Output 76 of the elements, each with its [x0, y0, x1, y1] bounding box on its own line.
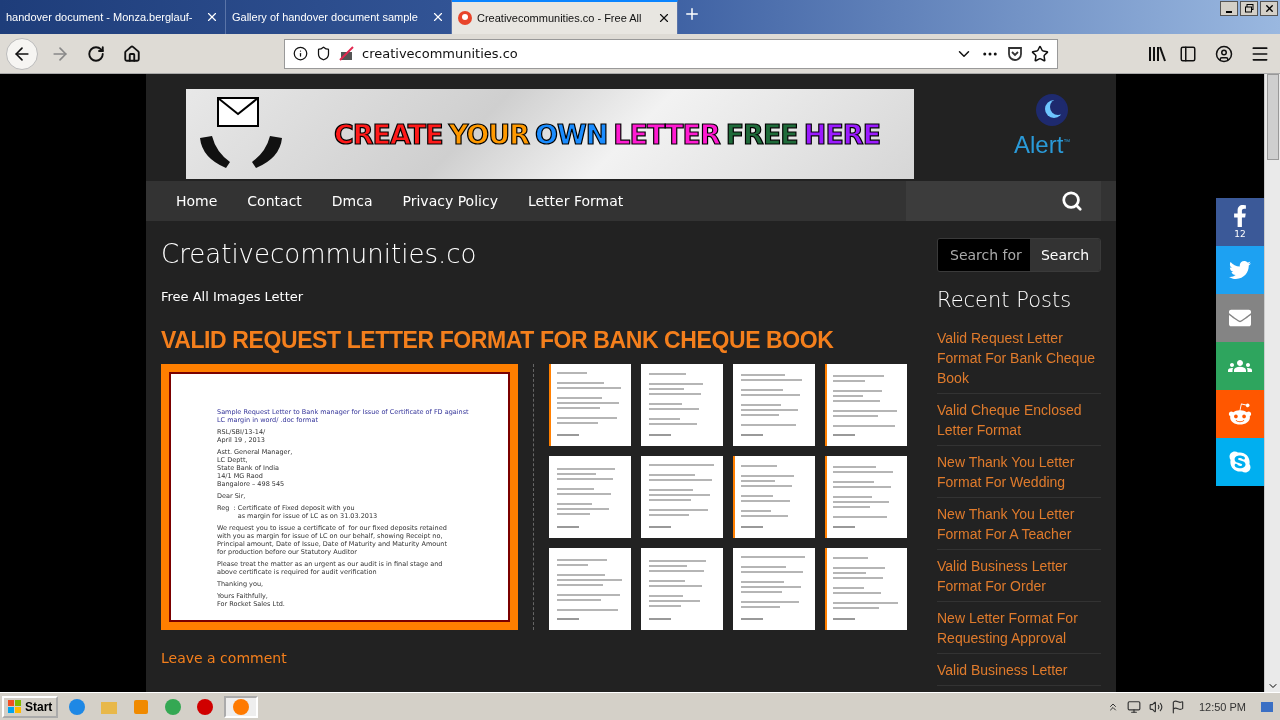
post-title: VALID REQUEST LETTER FORMAT FOR BANK CHEQUE BOOK: [161, 326, 835, 355]
banner-word: FREE: [725, 118, 798, 150]
ad-banner[interactable]: CREATE YOUR OWN LETTER FREE HERE: [186, 89, 914, 179]
share-button[interactable]: [1216, 342, 1264, 390]
network-icon[interactable]: [1126, 699, 1141, 714]
recent-posts-heading: Recent Posts: [937, 288, 1073, 312]
home-icon[interactable]: [123, 44, 141, 63]
banner-word: YOUR: [448, 118, 529, 150]
show-desktop-icon[interactable]: [1260, 699, 1274, 714]
star-icon[interactable]: [1031, 44, 1049, 63]
app-icon: [232, 697, 251, 716]
share-button[interactable]: [1216, 294, 1264, 342]
nav-link[interactable]: Letter Format: [512, 193, 639, 209]
post-link[interactable]: Valid Business Letter: [937, 660, 1101, 686]
flag-icon[interactable]: [1170, 699, 1185, 714]
windows-logo-icon: [8, 699, 22, 714]
post-link[interactable]: New Thank You Letter Format For A Teacher: [937, 504, 1101, 550]
app-icon: [132, 697, 151, 716]
address-bar[interactable]: creativecommunities.co: [284, 38, 1058, 69]
library-icon[interactable]: [1148, 45, 1166, 62]
app-icon: [164, 697, 183, 716]
logo-text: Alert$^{™}$: [1014, 131, 1071, 159]
post-link[interactable]: Valid Business Letter Format For Order: [937, 556, 1101, 602]
app-icon: [196, 697, 215, 716]
bird-icon: [1229, 259, 1251, 281]
sidebar-icon[interactable]: [1179, 44, 1197, 63]
banner-word: OWN: [535, 118, 608, 150]
site-title[interactable]: Creativecommunities.co: [161, 239, 907, 279]
moon-logo-icon: [1034, 93, 1071, 127]
post-link[interactable]: Valid Request Letter Format For Bank Cheque Book: [937, 328, 1101, 394]
search-field[interactable]: Search for: [938, 239, 1030, 271]
post-link[interactable]: New Letter Format For Requesting Approval: [937, 608, 1101, 654]
info-icon[interactable]: [293, 46, 308, 61]
browser-tab[interactable]: Creativecommunities.co - Free All: [452, 0, 678, 34]
mail-icon: [1229, 307, 1251, 329]
account-icon[interactable]: [1215, 44, 1233, 63]
site-icon: [458, 11, 472, 25]
reload-icon[interactable]: [87, 44, 105, 63]
app-icon: [68, 697, 87, 716]
close-icon: [1263, 3, 1275, 14]
nav-link[interactable]: Home: [161, 193, 233, 209]
nav-link[interactable]: Dmca: [316, 193, 388, 209]
taskbar-app[interactable]: [224, 695, 259, 718]
volume-icon[interactable]: [1148, 699, 1163, 714]
share-button[interactable]: [1216, 390, 1264, 438]
close-button[interactable]: [1260, 1, 1278, 16]
close-icon[interactable]: [205, 10, 219, 24]
scrollbar[interactable]: [1264, 74, 1280, 692]
nav-link[interactable]: Privacy Policy: [387, 193, 513, 209]
shield-icon[interactable]: [316, 46, 331, 61]
restore-button[interactable]: [1240, 1, 1258, 16]
restore-icon: [1244, 4, 1254, 13]
nav-link[interactable]: Contact: [232, 193, 317, 209]
minimize-button[interactable]: [1220, 1, 1238, 16]
comment-link[interactable]: Leave a comment: [161, 650, 907, 666]
post-link[interactable]: Valid Cheque Enclosed Letter Format: [937, 400, 1101, 446]
search-icon[interactable]: [1061, 190, 1083, 212]
share-button[interactable]: 12: [1216, 198, 1264, 246]
new-tab-icon[interactable]: [683, 5, 701, 23]
post-link[interactable]: New Thank You Letter Format For Wedding: [937, 452, 1101, 498]
s-icon: [1228, 450, 1252, 474]
back-button[interactable]: [6, 37, 38, 70]
close-icon[interactable]: [431, 10, 445, 24]
alien-icon: [1228, 402, 1252, 426]
clock: 12:50 PM: [1198, 700, 1246, 713]
banner-word: LETTER: [613, 118, 720, 150]
tagline: Free All Images Letter: [161, 289, 305, 304]
search-button[interactable]: Search: [1030, 239, 1100, 271]
close-icon[interactable]: [657, 11, 671, 25]
banner-word: CREATE: [334, 118, 443, 150]
banner-word: HERE: [803, 118, 881, 150]
pocket-icon[interactable]: [1007, 45, 1023, 62]
share-button[interactable]: [1216, 246, 1264, 294]
start-button[interactable]: Start: [2, 695, 59, 718]
scrollbar-thumb[interactable]: [1266, 74, 1279, 160]
minimize-icon: [1226, 10, 1232, 13]
